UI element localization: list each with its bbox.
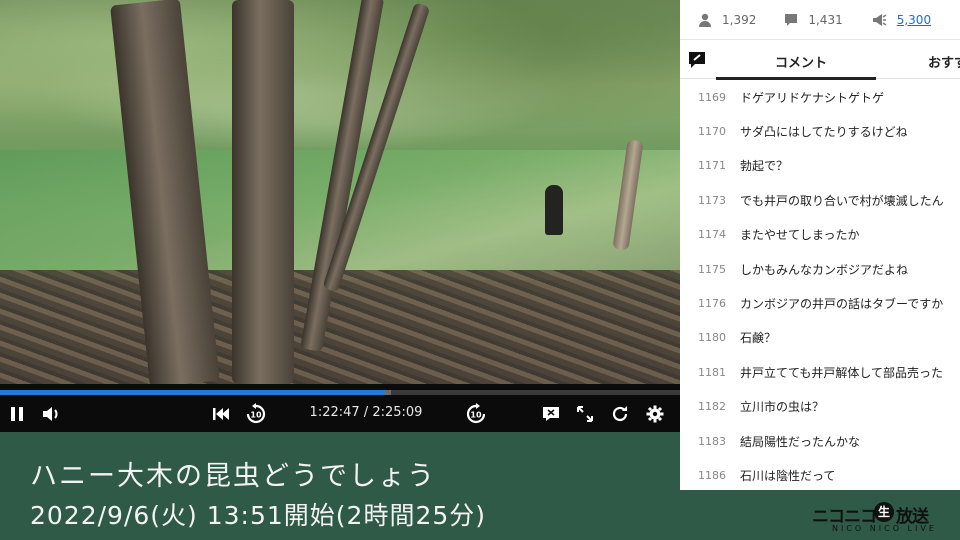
skip-to-start-icon: [213, 408, 229, 420]
comment-row: 1176 カンボジアの井戸の話はタブーですか: [680, 286, 960, 320]
program-start-date: 2022/9/6(火) 13:51開始(2時間25分): [30, 501, 487, 530]
video-fallen-leaves: [0, 270, 680, 384]
comment-text: 石鹸？: [740, 331, 777, 346]
comment-row: 1175 しかもみんなカンボジアだよね: [680, 252, 960, 286]
volume-icon: [43, 407, 58, 421]
video-distant-person: [545, 185, 563, 235]
comment-row: 1173 でも井戸の取り合いで村が壊滅したん: [680, 183, 960, 217]
comment-number: 1180: [698, 331, 726, 345]
comment-number: 1176: [698, 297, 726, 311]
comment-number: 1186: [698, 468, 726, 482]
volume-button[interactable]: [40, 403, 64, 425]
logo-subtitle: NICO NICO LIVE: [832, 524, 937, 533]
comment-number: 1183: [698, 434, 726, 448]
comment-number: 1173: [698, 193, 726, 207]
svg-text:10: 10: [250, 411, 262, 420]
comment-count: 1,431: [784, 12, 843, 27]
panel-tabs: コメント おすす: [680, 41, 960, 80]
stats-bar: 1,392 1,431 5,300: [680, 0, 960, 40]
program-title: ハニー大木の昆虫どうでしょう: [30, 461, 436, 492]
comment-text: カンボジアの井戸の話はタブーですか: [740, 297, 944, 312]
forward-10-icon: 10: [466, 403, 486, 424]
seek-bar[interactable]: [0, 390, 680, 395]
comment-text: 井戸立てても井戸解体して部品売った: [740, 365, 944, 380]
fullscreen-button[interactable]: [574, 403, 596, 425]
svg-text:10: 10: [470, 411, 482, 420]
comment-count-value: 1,431: [808, 12, 843, 27]
reload-icon: [612, 406, 628, 422]
logo-live-mark: 生: [874, 502, 894, 522]
fullscreen-icon: [577, 406, 593, 422]
niconico-live-logo: ニコニコ 生 放送 NICO NICO LIVE: [812, 500, 952, 536]
comment-text: サダ凸にはしてたりするけどね: [740, 125, 908, 140]
comment-row: 1186 石川は陰性だって: [680, 458, 960, 490]
settings-button[interactable]: [644, 403, 666, 425]
pause-icon: [11, 407, 23, 421]
comment-panel: 1,392 1,431 5,300 コメント おすす 1169 ドゲアリドケナシト…: [680, 0, 960, 490]
comment-number: 1171: [698, 159, 726, 173]
person-icon: [699, 13, 711, 27]
seek-bar-played: [0, 390, 386, 395]
time-display: 1:22:47 / 2:25:09: [296, 405, 436, 423]
speech-bubble-icon: [785, 13, 798, 26]
megaphone-icon: [872, 13, 887, 26]
comment-row: 1169 ドゲアリドケナシトゲトゲ: [680, 80, 960, 114]
comment-number: 1181: [698, 365, 726, 379]
comment-text: 結局陽性だったんかな: [740, 434, 861, 449]
comment-text: 勃起で？: [740, 159, 789, 174]
ad-points[interactable]: 5,300: [871, 13, 931, 27]
comment-number: 1175: [698, 262, 726, 276]
forward-10-button[interactable]: 10: [464, 403, 488, 425]
tab-comment[interactable]: コメント: [775, 52, 827, 71]
comment-number: 1174: [698, 228, 726, 242]
comment-row: 1180 石鹸？: [680, 321, 960, 355]
comment-text: 石川は陰性だって: [740, 468, 836, 483]
rewind-10-icon: 10: [246, 403, 266, 424]
comment-row: 1182 立川市の虫は？: [680, 390, 960, 424]
time-current: 1:22:47: [309, 405, 360, 420]
reload-button[interactable]: [609, 403, 631, 425]
time-total: 2:25:09: [372, 405, 423, 420]
settings-icon: [646, 405, 664, 423]
comment-row: 1183 結局陽性だったんかな: [680, 424, 960, 458]
comment-text: ドゲアリドケナシトゲトゲ: [740, 90, 885, 105]
comment-row: 1170 サダ凸にはしてたりするけどね: [680, 114, 960, 148]
comment-toggle-icon: [543, 407, 559, 421]
program-caption: ハニー大木の昆虫どうでしょう 2022/9/6(火) 13:51開始(2時間25…: [0, 432, 680, 540]
viewer-count-value: 1,392: [722, 12, 757, 27]
rewind-10-button[interactable]: 10: [244, 403, 268, 425]
time-separator: /: [359, 405, 373, 420]
viewer-count: 1,392: [698, 13, 756, 27]
comment-list[interactable]: 1169 ドゲアリドケナシトゲトゲ 1170 サダ凸にはしてたりするけどね 1171…: [680, 80, 960, 490]
comment-row: 1181 井戸立てても井戸解体して部品売った: [680, 355, 960, 389]
comment-text: 立川市の虫は？: [740, 400, 825, 415]
comment-text: またやせてしまったか: [740, 228, 860, 243]
comment-text: でも井戸の取り合いで村が壊滅したん: [740, 193, 944, 208]
comment-row: 1174 またやせてしまったか: [680, 218, 960, 252]
video-tree-trunk: [232, 0, 294, 384]
comment-tab-icon: [689, 52, 705, 68]
comment-row: 1171 勃起で？: [680, 149, 960, 183]
comment-toggle-button[interactable]: [540, 403, 562, 425]
skip-to-start-button[interactable]: [210, 403, 232, 425]
tab-recommend[interactable]: おすす: [928, 52, 960, 71]
comment-text: しかもみんなカンボジアだよね: [740, 262, 909, 277]
player-control-bar: 10 1:22:47 / 2:25:09 10: [0, 384, 680, 432]
comment-number: 1170: [698, 125, 726, 139]
comment-number: 1182: [698, 400, 726, 414]
video-frame[interactable]: [0, 0, 680, 384]
ad-points-value: 5,300: [896, 12, 932, 27]
niconico-live-screen: 10 1:22:47 / 2:25:09 10 ハニー大木の昆虫どうでしょう 2…: [0, 0, 960, 540]
pause-button[interactable]: [6, 403, 28, 425]
comment-number: 1169: [698, 90, 726, 104]
